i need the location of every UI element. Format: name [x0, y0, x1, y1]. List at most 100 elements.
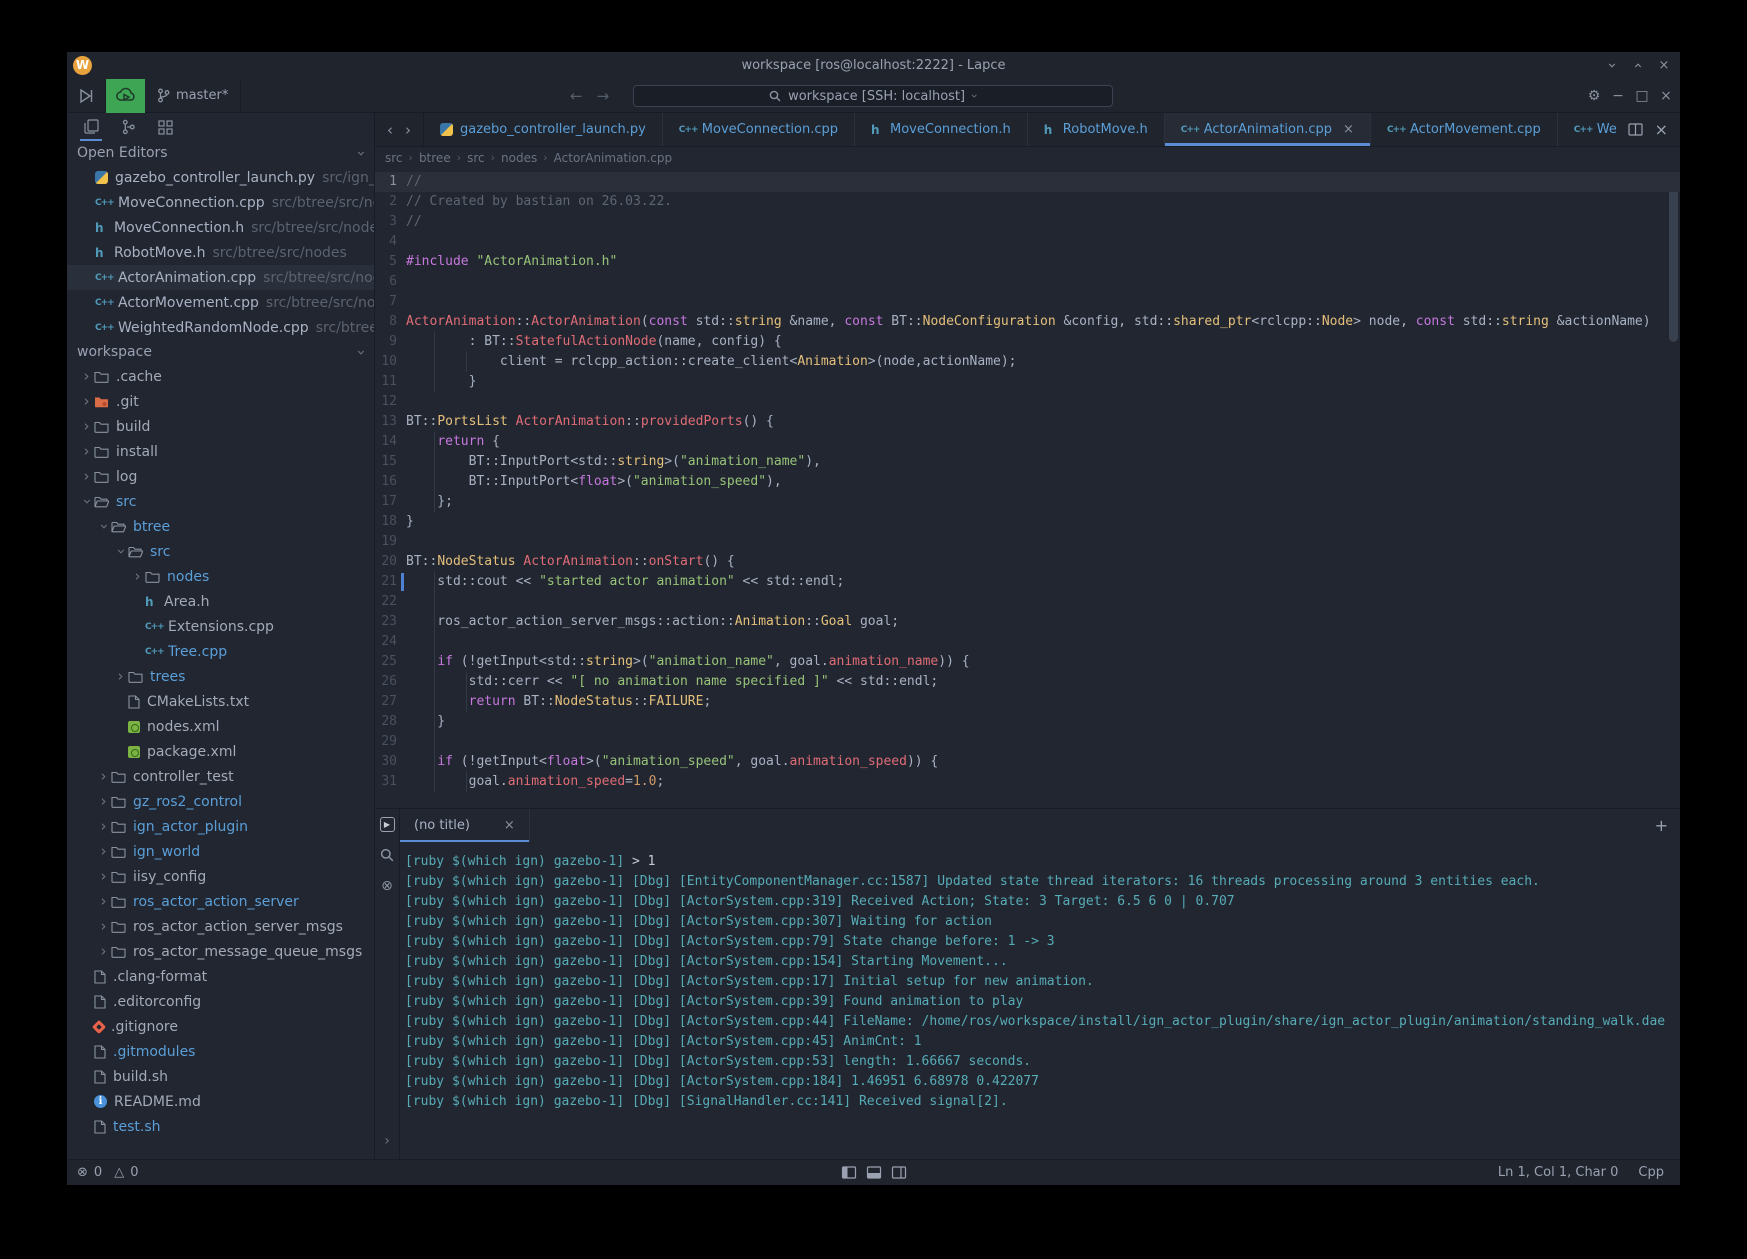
tree-item-nodes[interactable]: ›nodes [67, 564, 374, 589]
terminal-tab[interactable]: (no title) × [400, 809, 530, 842]
editor-tab-actoranimation-cpp[interactable]: C++ActorAnimation.cpp× [1165, 113, 1371, 146]
code-line[interactable]: 18} [375, 512, 1680, 532]
history-forward-icon[interactable]: → [597, 87, 610, 105]
code-line[interactable]: 5#include "ActorAnimation.h" [375, 252, 1680, 272]
open-editor-item[interactable]: C++ActorAnimation.cppsrc/btree/src/nodes [67, 265, 374, 290]
code-line[interactable]: 30 if (!getInput<float>("animation_speed… [375, 752, 1680, 772]
code-line[interactable]: 28 } [375, 712, 1680, 732]
tree-item-build[interactable]: ›build [67, 414, 374, 439]
tree-item-test-sh[interactable]: test.sh [67, 1114, 374, 1139]
tab-scroll-right-icon[interactable]: › [405, 121, 411, 139]
tree-item-ign-actor-plugin[interactable]: ›ign_actor_plugin [67, 814, 374, 839]
code-line[interactable]: 19 [375, 532, 1680, 552]
code-line[interactable]: 8ActorAnimation::ActorAnimation(const st… [375, 312, 1680, 332]
editor-tab-robotmove-h[interactable]: hRobotMove.h [1028, 113, 1165, 146]
breadcrumb[interactable]: src›btree›src›nodes›ActorAnimation.cpp [375, 147, 1680, 168]
settings-gear-icon[interactable]: ⚙ [1586, 88, 1602, 104]
tree-item-controller-test[interactable]: ›controller_test [67, 764, 374, 789]
toggle-bottom-panel-icon[interactable] [866, 1166, 881, 1179]
debug-run-button[interactable] [67, 79, 105, 113]
window-unshade-icon[interactable]: › [1630, 58, 1646, 74]
breadcrumb-item[interactable]: src [385, 151, 403, 165]
code-line[interactable]: 14 return { [375, 432, 1680, 452]
close-icon[interactable]: × [1658, 88, 1674, 104]
tree-item-ign-world[interactable]: ›ign_world [67, 839, 374, 864]
extensions-grid-icon[interactable] [154, 115, 176, 139]
panel-expand-icon[interactable]: › [384, 1133, 390, 1149]
remote-connection-button[interactable] [106, 79, 145, 113]
tree-item--editorconfig[interactable]: .editorconfig [67, 989, 374, 1014]
code-line[interactable]: 2// Created by bastian on 26.03.22. [375, 192, 1680, 212]
window-shade-icon[interactable]: › [1604, 58, 1620, 74]
git-branch-button[interactable]: master* [145, 79, 240, 113]
tree-item-readme-md[interactable]: iREADME.md [67, 1089, 374, 1114]
code-line[interactable]: 31 goal.animation_speed=1.0; [375, 772, 1680, 792]
open-editors-header[interactable]: Open Editors › [67, 141, 374, 165]
code-line[interactable]: 17 }; [375, 492, 1680, 512]
tree-item--git[interactable]: ›.git [67, 389, 374, 414]
code-line[interactable]: 21 std::cout << "started actor animation… [375, 572, 1680, 592]
breadcrumb-item[interactable]: ActorAnimation.cpp [554, 151, 672, 165]
tree-item-src[interactable]: ›src [67, 489, 374, 514]
minimize-icon[interactable]: − [1610, 88, 1626, 104]
open-editor-item[interactable]: C++WeightedRandomNode.cppsrc/btree/src [67, 315, 374, 340]
tree-item-gz-ros2-control[interactable]: ›gz_ros2_control [67, 789, 374, 814]
toggle-right-panel-icon[interactable] [891, 1166, 906, 1179]
open-editor-item[interactable]: C++MoveConnection.cppsrc/btree/src/nodes [67, 190, 374, 215]
command-palette-search[interactable]: workspace [SSH: localhost] › [633, 85, 1113, 107]
open-editor-item[interactable]: gazebo_controller_launch.pysrc/ign_world [67, 165, 374, 190]
tree-item-build-sh[interactable]: build.sh [67, 1064, 374, 1089]
tab-close-icon[interactable]: × [1343, 122, 1354, 137]
code-line[interactable]: 27 return BT::NodeStatus::FAILURE; [375, 692, 1680, 712]
tree-item-trees[interactable]: ›trees [67, 664, 374, 689]
breadcrumb-item[interactable]: nodes [501, 151, 537, 165]
tree-item--gitignore[interactable]: .gitignore [67, 1014, 374, 1039]
tree-item--cache[interactable]: ›.cache [67, 364, 374, 389]
tree-item-src[interactable]: ›src [67, 539, 374, 564]
tree-item-iisy-config[interactable]: ›iisy_config [67, 864, 374, 889]
terminal-tab-close-icon[interactable]: × [504, 818, 515, 833]
breadcrumb-item[interactable]: src [467, 151, 485, 165]
cursor-position[interactable]: Ln 1, Col 1, Char 0 [1498, 1165, 1619, 1180]
tree-item-install[interactable]: ›install [67, 439, 374, 464]
code-line[interactable]: 9 : BT::StatefulActionNode(name, config)… [375, 332, 1680, 352]
code-line[interactable]: 10 client = rclcpp_action::create_client… [375, 352, 1680, 372]
editor-tab-gazebo-controller-launch-py[interactable]: gazebo_controller_launch.py [424, 113, 663, 146]
code-line[interactable]: 15 BT::InputPort<std::string>("animation… [375, 452, 1680, 472]
code-line[interactable]: 13BT::PortsList ActorAnimation::provided… [375, 412, 1680, 432]
code-editor[interactable]: 1//2// Created by bastian on 26.03.22.3/… [375, 168, 1680, 808]
tab-scroll-left-icon[interactable]: ‹ [387, 121, 393, 139]
workspace-header[interactable]: workspace › [67, 340, 374, 364]
tree-item-btree[interactable]: ›btree [67, 514, 374, 539]
tree-item-tree-cpp[interactable]: C++Tree.cpp [67, 639, 374, 664]
breadcrumb-item[interactable]: btree [419, 151, 451, 165]
code-line[interactable]: 20BT::NodeStatus ActorAnimation::onStart… [375, 552, 1680, 572]
code-line[interactable]: 7 [375, 292, 1680, 312]
problems-panel-icon[interactable]: ⊗ [381, 878, 393, 894]
window-close-icon[interactable]: × [1656, 58, 1672, 73]
open-editor-item[interactable]: hRobotMove.hsrc/btree/src/nodes [67, 240, 374, 265]
code-line[interactable]: 6 [375, 272, 1680, 292]
tree-item-ros-actor-action-server[interactable]: ›ros_actor_action_server [67, 889, 374, 914]
open-editor-item[interactable]: C++ActorMovement.cppsrc/btree/src/nodes [67, 290, 374, 315]
code-line[interactable]: 25 if (!getInput<std::string>("animation… [375, 652, 1680, 672]
editor-tab-moveconnection-cpp[interactable]: C++MoveConnection.cpp [663, 113, 855, 146]
tree-item-cmakelists-txt[interactable]: CMakeLists.txt [67, 689, 374, 714]
code-line[interactable]: 3// [375, 212, 1680, 232]
close-editor-icon[interactable]: × [1655, 120, 1668, 139]
code-line[interactable]: 23 ros_actor_action_server_msgs::action:… [375, 612, 1680, 632]
tree-item-area-h[interactable]: hArea.h [67, 589, 374, 614]
code-line[interactable]: 24 [375, 632, 1680, 652]
tree-item-log[interactable]: ›log [67, 464, 374, 489]
code-line[interactable]: 11 } [375, 372, 1680, 392]
language-mode[interactable]: Cpp [1638, 1165, 1664, 1180]
problems-summary[interactable]: ⊗ 0 △ 0 [67, 1165, 138, 1180]
code-line[interactable]: 1// [375, 172, 1680, 192]
source-control-icon[interactable] [117, 115, 139, 139]
history-back-icon[interactable]: ← [570, 87, 583, 105]
code-line[interactable]: 16 BT::InputPort<float>("animation_speed… [375, 472, 1680, 492]
tree-item--clang-format[interactable]: .clang-format [67, 964, 374, 989]
editor-tab-weightedrandomnode-cpp[interactable]: C++WeightedRandomNode.cpp [1558, 113, 1616, 146]
code-line[interactable]: 22 [375, 592, 1680, 612]
title-bar[interactable]: W workspace [ros@localhost:2222] - Lapce… [67, 52, 1680, 79]
